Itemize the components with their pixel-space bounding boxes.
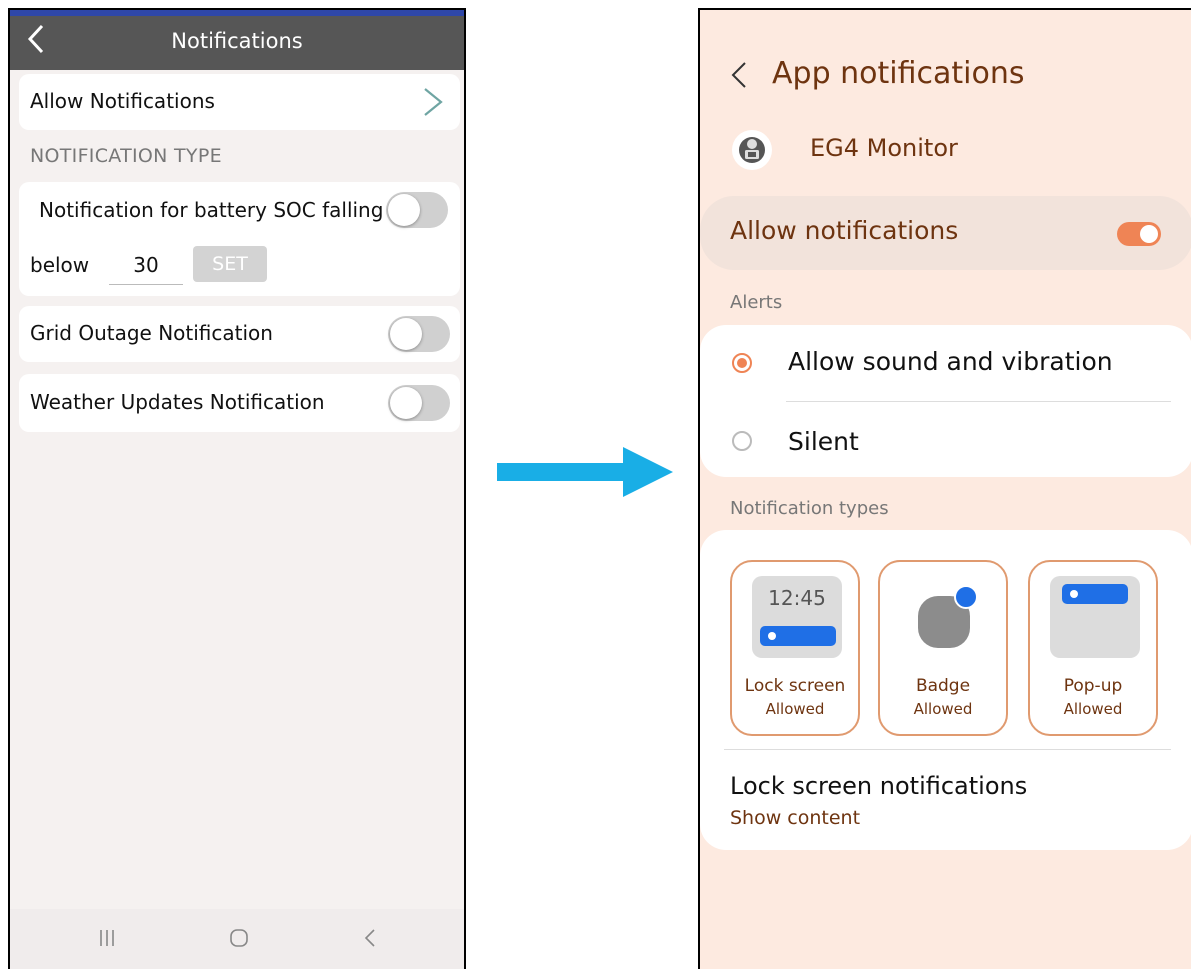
soc-notification-toggle[interactable] [386, 192, 448, 228]
toggle-knob [388, 194, 420, 226]
type-status: Allowed [1063, 700, 1123, 718]
header-bar: Notifications [10, 16, 464, 70]
popup-preview [1050, 576, 1140, 658]
preview-time: 12:45 [768, 586, 826, 610]
type-label: Pop-up [1063, 676, 1123, 696]
chevron-right-icon [424, 88, 443, 116]
arrow-right-icon [497, 447, 673, 497]
allow-notifications-row[interactable]: Allow Notifications [19, 74, 460, 130]
toggle-knob [390, 318, 422, 350]
weather-updates-label: Weather Updates Notification [30, 390, 325, 414]
type-status: Allowed [913, 700, 973, 718]
page-title: App notifications [772, 56, 1025, 91]
soc-below-label: below [30, 253, 90, 277]
lock-screen-notifications-title[interactable]: Lock screen notifications [730, 772, 1027, 800]
grid-outage-label: Grid Outage Notification [30, 321, 273, 345]
type-label: Lock screen [744, 676, 846, 696]
type-label: Badge [915, 676, 971, 696]
alerts-card: Allow sound and vibration Silent [700, 325, 1191, 477]
notification-bar-icon [760, 626, 836, 646]
allow-notifications-toggle[interactable] [1117, 222, 1161, 246]
lock-screen-preview: 12:45 [752, 576, 842, 658]
soc-threshold-value: 30 [133, 253, 159, 277]
divider [724, 749, 1171, 750]
recents-icon[interactable] [98, 927, 116, 949]
lock-screen-notifications-value: Show content [730, 807, 861, 829]
notification-bar-icon [1062, 584, 1128, 604]
back-nav-icon[interactable] [362, 927, 378, 949]
toggle-knob [390, 387, 422, 419]
home-icon[interactable] [228, 927, 250, 949]
radio-selected-dot [737, 358, 747, 368]
set-button[interactable]: SET [193, 246, 267, 282]
allow-notifications-label: Allow Notifications [30, 89, 215, 113]
sound-vibration-label[interactable]: Allow sound and vibration [788, 347, 1113, 376]
section-header: NOTIFICATION TYPE [30, 145, 222, 167]
toggle-knob [1140, 225, 1158, 243]
silent-label[interactable]: Silent [788, 427, 859, 456]
app-icon [732, 130, 772, 170]
weather-updates-toggle[interactable] [388, 385, 450, 421]
alerts-section-header: Alerts [730, 292, 783, 313]
notification-types-card: 12:45 Lock screen Allowed Badge Allowed … [700, 530, 1191, 850]
back-icon[interactable] [730, 60, 748, 90]
lock-screen-type-option[interactable]: 12:45 Lock screen Allowed [730, 560, 860, 736]
divider [786, 401, 1171, 402]
soc-threshold-input[interactable]: 30 [109, 246, 183, 285]
app-name: EG4 Monitor [810, 134, 958, 162]
battery-soc-card: Notification for battery SOC falling bel… [19, 182, 460, 296]
right-phone-screen: App notifications EG4 Monitor Allow noti… [698, 8, 1191, 969]
weather-updates-row: Weather Updates Notification [19, 374, 460, 432]
badge-type-option[interactable]: Badge Allowed [878, 560, 1008, 736]
type-status: Allowed [765, 700, 825, 718]
page-title: Notifications [171, 29, 303, 53]
radio-silent[interactable] [732, 431, 752, 451]
system-nav-bar [10, 909, 464, 969]
allow-notifications-label: Allow notifications [730, 216, 959, 245]
notification-types-header: Notification types [730, 498, 889, 519]
grid-outage-toggle[interactable] [388, 316, 450, 352]
badge-app-icon [918, 585, 978, 648]
popup-type-option[interactable]: Pop-up Allowed [1028, 560, 1158, 736]
allow-notifications-row[interactable]: Allow notifications [700, 196, 1191, 270]
left-phone-screen: Notifications Allow Notifications NOTIFI… [8, 8, 466, 969]
soc-notification-label: Notification for battery SOC falling [39, 198, 384, 222]
grid-outage-row: Grid Outage Notification [19, 306, 460, 362]
radio-sound-vibration[interactable] [732, 353, 752, 373]
